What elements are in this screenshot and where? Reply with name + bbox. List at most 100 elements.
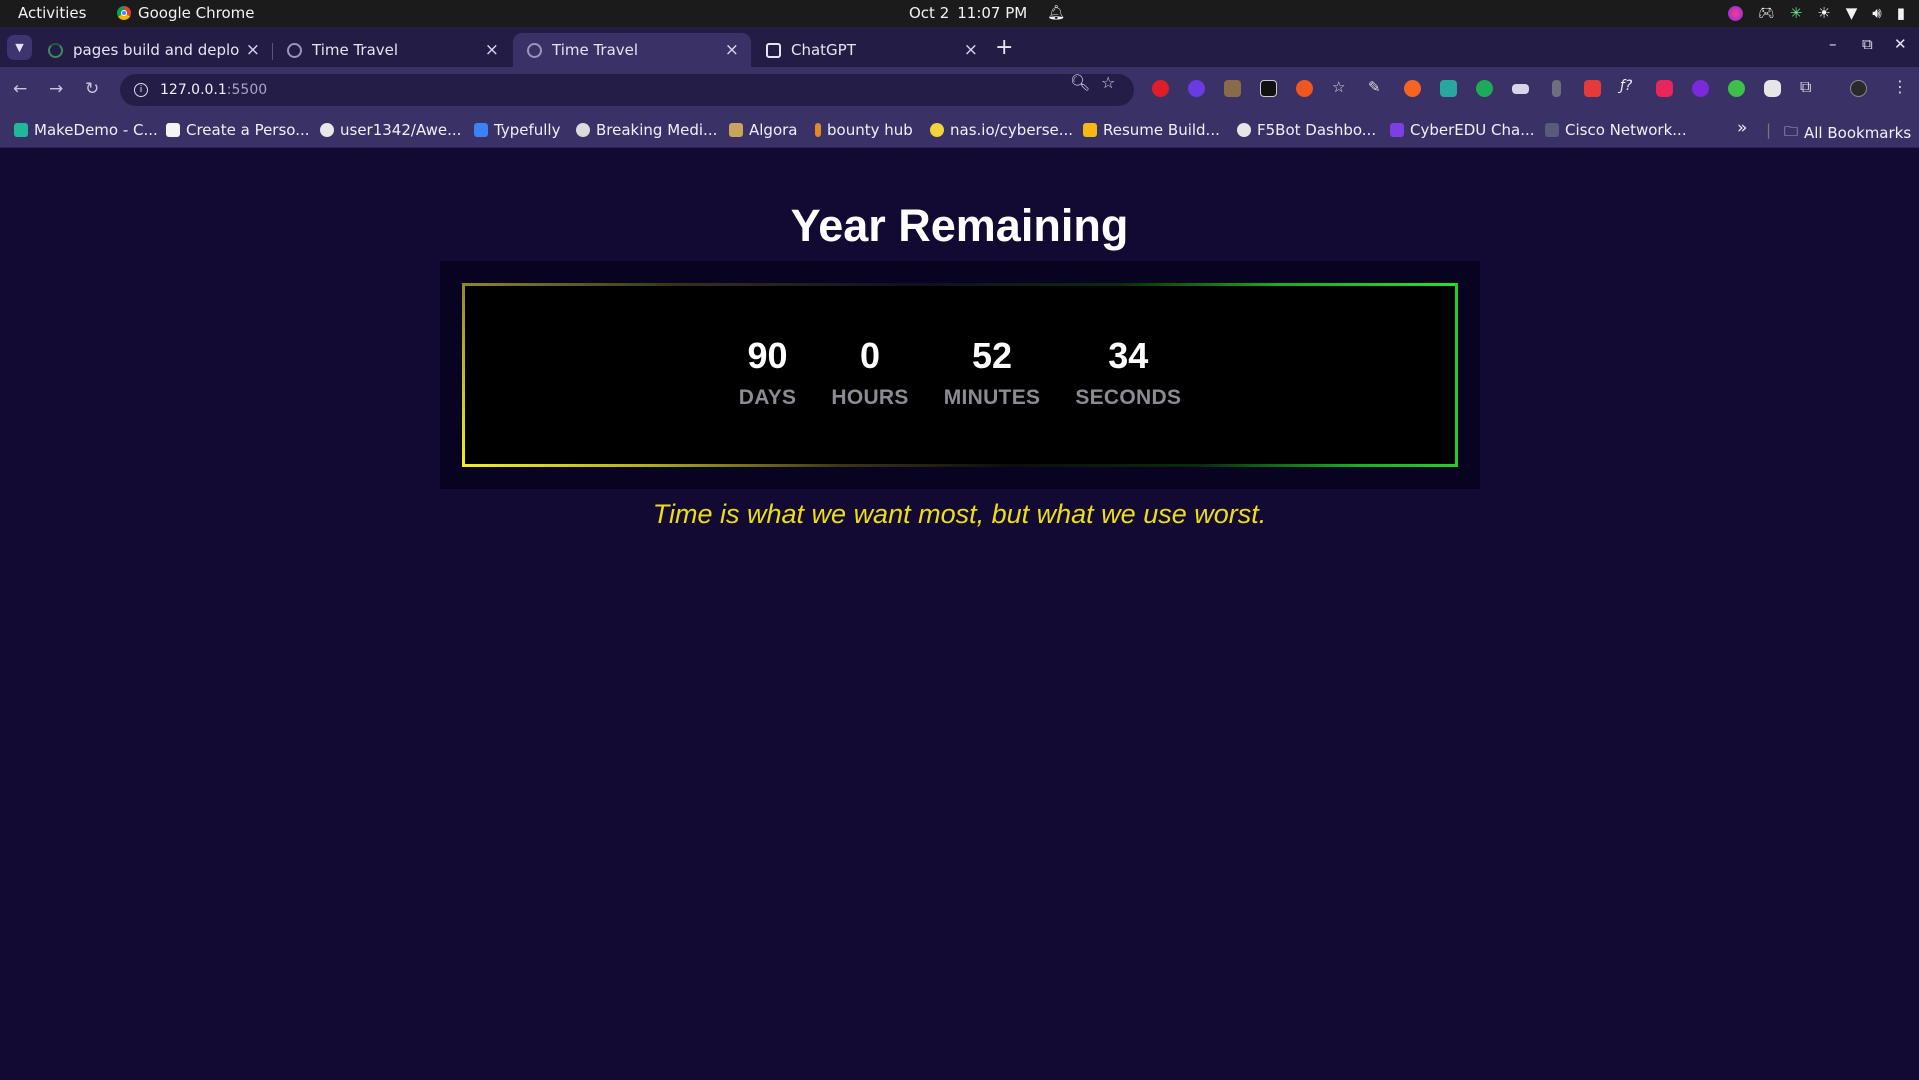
bookmark-item[interactable]: CyberEDU Cha...: [1390, 121, 1535, 139]
site-info-icon[interactable]: i: [134, 83, 148, 97]
countdown-minutes: 52 MINUTES: [944, 336, 1041, 410]
quote-text: Time is what we want most, but what we u…: [652, 499, 1267, 529]
bookmark-label: MakeDemo - C...: [34, 121, 158, 139]
chevron-down-icon: ▼: [15, 41, 24, 54]
minutes-label: MINUTES: [943, 386, 1041, 409]
bookmark-item[interactable]: user1342/Awe...: [320, 121, 461, 139]
cyberedu-icon: [1390, 123, 1404, 137]
extension-chat-icon[interactable]: [1656, 80, 1673, 97]
extension-cloud-icon[interactable]: [1764, 80, 1781, 97]
extension-green-icon[interactable]: [1476, 80, 1493, 97]
extension-bottle-icon[interactable]: [1552, 80, 1561, 97]
countdown-container: 90 DAYS 0 HOURS 52 MINUTES 34 SECONDS: [440, 261, 1480, 489]
app-indicator-icon[interactable]: ✳: [1790, 4, 1803, 22]
bookmarks-overflow-button[interactable]: »: [1737, 118, 1747, 138]
clock[interactable]: Oct 2 11:07 PM 🔔︎: [909, 4, 1065, 22]
globe-icon: [1237, 123, 1251, 137]
close-window-icon[interactable]: ✕: [1894, 35, 1907, 53]
reload-icon[interactable]: ↻: [85, 79, 99, 99]
tab-time-travel-2[interactable]: Time Travel ×: [513, 33, 751, 67]
hours-value: 0: [860, 335, 881, 376]
alarm-bell-icon: 🔔︎: [1047, 5, 1066, 21]
extensions-puzzle-icon[interactable]: ⧉: [1800, 77, 1817, 96]
hours-label: HOURS: [831, 386, 909, 409]
extension-fire-icon[interactable]: [1296, 80, 1313, 97]
extension-purple-icon[interactable]: [1188, 80, 1205, 97]
extension-lock-icon[interactable]: [1260, 80, 1277, 97]
bookmark-item[interactable]: F5Bot Dashbo...: [1237, 121, 1376, 139]
extension-function-icon[interactable]: ƒ?: [1620, 78, 1637, 95]
menu-kebab-icon[interactable]: ⋮: [1892, 77, 1909, 96]
bookmark-item[interactable]: MakeDemo - C...: [14, 121, 158, 139]
close-icon[interactable]: ×: [964, 40, 978, 60]
minimize-icon[interactable]: –: [1829, 35, 1837, 53]
clock-date: Oct 2: [909, 4, 950, 22]
tab-strip: ▼ pages build and deploym × Time Travel …: [0, 27, 1919, 67]
extension-pen-icon[interactable]: ✎: [1368, 78, 1385, 96]
all-bookmarks-button[interactable]: 🗀︎ All Bookmarks: [1784, 121, 1911, 145]
extension-owl-icon[interactable]: [1224, 80, 1241, 97]
bookmark-label: bounty hub: [827, 121, 913, 139]
back-icon[interactable]: ←: [13, 79, 27, 99]
bookmark-label: F5Bot Dashbo...: [1257, 121, 1377, 139]
bookmark-label: Breaking Medi...: [596, 121, 718, 139]
forward-icon[interactable]: →: [49, 79, 63, 99]
countdown-units: 90 DAYS 0 HOURS 52 MINUTES 34 SECONDS: [462, 336, 1458, 410]
close-icon[interactable]: ×: [246, 40, 260, 60]
typefully-icon: [474, 123, 488, 137]
extension-laptop-icon[interactable]: [1512, 84, 1529, 94]
tab-pages-build[interactable]: pages build and deploym ×: [34, 33, 272, 67]
address-bar[interactable]: i 127.0.0.1:5500: [120, 74, 1134, 106]
extension-red-icon[interactable]: [1152, 80, 1169, 97]
days-label: DAYS: [738, 386, 797, 409]
bookmark-label: Typefully: [494, 121, 561, 139]
close-icon[interactable]: ×: [485, 40, 499, 60]
bookmarks-divider: |: [1766, 121, 1772, 139]
tab-time-travel-1[interactable]: Time Travel ×: [273, 33, 511, 67]
bookmark-item[interactable]: bounty hub: [815, 121, 913, 139]
system-tray[interactable]: 🎮︎ ✳ ☀ ▼ 🔊︎ ▮: [1728, 4, 1905, 22]
profile-avatar[interactable]: [1850, 80, 1867, 97]
seconds-label: SECONDS: [1075, 386, 1182, 409]
globe-icon: [527, 42, 542, 58]
tab-chatgpt[interactable]: ChatGPT ×: [752, 33, 990, 67]
nas-io-icon: [930, 123, 944, 137]
bookmark-item[interactable]: nas.io/cyberse...: [930, 121, 1073, 139]
extension-grid-icon[interactable]: [1584, 80, 1601, 97]
extension-flame-icon[interactable]: [1404, 80, 1421, 97]
bookmark-item[interactable]: Cisco Network...: [1545, 121, 1687, 139]
days-value: 90: [747, 335, 788, 376]
makedemo-icon: [14, 123, 28, 137]
bookmark-item[interactable]: Typefully: [474, 121, 560, 139]
battery-icon[interactable]: ▮: [1897, 4, 1905, 22]
wifi-icon[interactable]: ▼: [1846, 4, 1858, 22]
chrome-icon: [117, 6, 131, 20]
bookmark-item[interactable]: Create a Perso...: [166, 121, 310, 139]
activities-button[interactable]: Activities: [18, 4, 86, 22]
restore-icon[interactable]: ⧉: [1862, 35, 1873, 53]
chatgpt-icon: [766, 42, 781, 58]
bookmark-item[interactable]: Algora: [729, 121, 798, 139]
discord-icon[interactable]: 🎮︎: [1758, 6, 1775, 21]
firefox-dev-icon[interactable]: [1728, 5, 1744, 21]
zoom-icon[interactable]: 🔍︎: [1070, 73, 1090, 92]
close-icon[interactable]: ×: [725, 40, 739, 60]
bookmarks-bar: MakeDemo - C... Create a Perso... user13…: [0, 112, 1919, 148]
folder-icon: 🗀︎: [1784, 124, 1798, 140]
bookmark-item[interactable]: Resume Build...: [1083, 121, 1220, 139]
tab-search-button[interactable]: ▼: [7, 35, 32, 60]
bookmark-label: Algora: [749, 121, 798, 139]
extension-wave-icon[interactable]: [1440, 80, 1457, 97]
minutes-value: 52: [971, 335, 1013, 376]
app-menu[interactable]: Google Chrome: [117, 4, 255, 22]
bookmark-star-icon[interactable]: ☆: [1101, 73, 1115, 92]
countdown-hours: 0 HOURS: [831, 336, 908, 410]
bookmark-item[interactable]: Breaking Medi...: [576, 121, 717, 139]
extension-badge-icon[interactable]: [1692, 80, 1709, 97]
volume-icon[interactable]: 🔊︎: [1872, 4, 1881, 22]
brightness-icon[interactable]: ☀: [1817, 4, 1830, 22]
extension-leaf-icon[interactable]: [1728, 80, 1745, 97]
new-tab-button[interactable]: +: [995, 35, 1013, 60]
globe-icon: [287, 42, 302, 58]
extension-star-icon[interactable]: ☆: [1332, 78, 1349, 96]
